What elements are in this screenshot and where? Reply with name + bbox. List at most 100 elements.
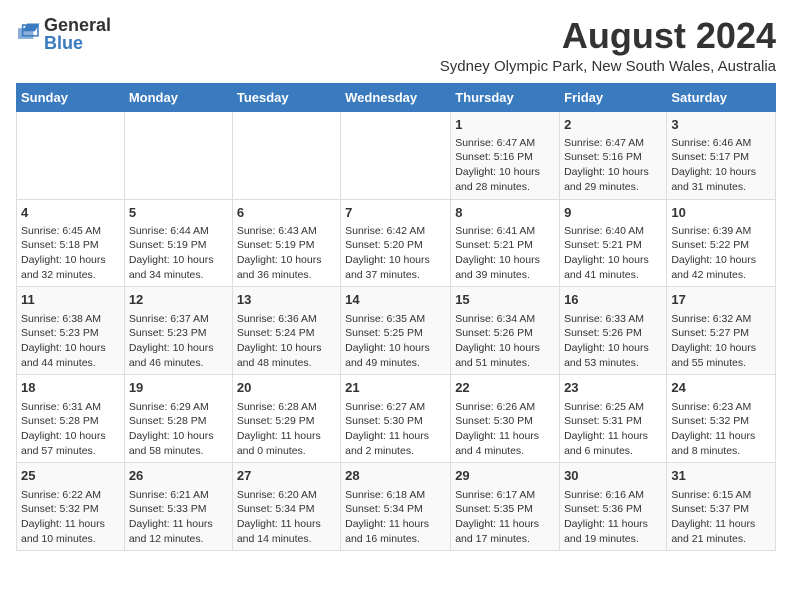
day-info-line: and 10 minutes. bbox=[21, 532, 120, 547]
day-info-line: Daylight: 11 hours bbox=[564, 517, 662, 532]
day-info-line: and 51 minutes. bbox=[455, 356, 555, 371]
day-info-line: and 8 minutes. bbox=[671, 444, 771, 459]
day-info-line: Sunset: 5:31 PM bbox=[564, 414, 662, 429]
day-info-line: Sunrise: 6:47 AM bbox=[564, 136, 662, 151]
day-info-line: Sunrise: 6:47 AM bbox=[455, 136, 555, 151]
calendar-week-row: 11Sunrise: 6:38 AMSunset: 5:23 PMDayligh… bbox=[17, 287, 776, 375]
day-info-line: and 6 minutes. bbox=[564, 444, 662, 459]
day-info-line: Sunrise: 6:41 AM bbox=[455, 224, 555, 239]
calendar-day-2: 2Sunrise: 6:47 AMSunset: 5:16 PMDaylight… bbox=[560, 111, 667, 199]
day-info-line: Sunset: 5:37 PM bbox=[671, 502, 771, 517]
day-info-line: Sunset: 5:23 PM bbox=[129, 326, 228, 341]
day-number: 24 bbox=[671, 379, 771, 397]
day-info-line: Sunset: 5:21 PM bbox=[564, 238, 662, 253]
calendar-day-25: 25Sunrise: 6:22 AMSunset: 5:32 PMDayligh… bbox=[17, 463, 125, 551]
calendar-day-18: 18Sunrise: 6:31 AMSunset: 5:28 PMDayligh… bbox=[17, 375, 125, 463]
day-info-line: Daylight: 11 hours bbox=[129, 517, 228, 532]
day-info-line: Sunrise: 6:17 AM bbox=[455, 488, 555, 503]
calendar-day-15: 15Sunrise: 6:34 AMSunset: 5:26 PMDayligh… bbox=[451, 287, 560, 375]
calendar-day-7: 7Sunrise: 6:42 AMSunset: 5:20 PMDaylight… bbox=[341, 199, 451, 287]
title-area: August 2024 Sydney Olympic Park, New Sou… bbox=[131, 16, 776, 75]
weekday-header-saturday: Saturday bbox=[667, 83, 776, 111]
day-info-line: Sunset: 5:19 PM bbox=[129, 238, 228, 253]
day-info-line: and 16 minutes. bbox=[345, 532, 446, 547]
day-number: 26 bbox=[129, 467, 228, 485]
day-number: 11 bbox=[21, 291, 120, 309]
day-info-line: Daylight: 10 hours bbox=[129, 341, 228, 356]
day-info-line: Sunset: 5:23 PM bbox=[21, 326, 120, 341]
day-info-line: Sunset: 5:22 PM bbox=[671, 238, 771, 253]
day-info-line: Daylight: 10 hours bbox=[564, 165, 662, 180]
day-number: 30 bbox=[564, 467, 662, 485]
day-info-line: Sunrise: 6:42 AM bbox=[345, 224, 446, 239]
weekday-header-tuesday: Tuesday bbox=[232, 83, 340, 111]
day-number: 5 bbox=[129, 204, 228, 222]
day-info-line: and 57 minutes. bbox=[21, 444, 120, 459]
day-number: 17 bbox=[671, 291, 771, 309]
day-info-line: Sunrise: 6:27 AM bbox=[345, 400, 446, 415]
day-info-line: Sunset: 5:26 PM bbox=[455, 326, 555, 341]
calendar-day-1: 1Sunrise: 6:47 AMSunset: 5:16 PMDaylight… bbox=[451, 111, 560, 199]
day-info-line: Sunset: 5:21 PM bbox=[455, 238, 555, 253]
day-number: 13 bbox=[237, 291, 336, 309]
empty-cell bbox=[341, 111, 451, 199]
day-info-line: Sunset: 5:24 PM bbox=[237, 326, 336, 341]
day-info-line: and 34 minutes. bbox=[129, 268, 228, 283]
day-info-line: and 48 minutes. bbox=[237, 356, 336, 371]
day-info-line: Sunrise: 6:28 AM bbox=[237, 400, 336, 415]
calendar-day-13: 13Sunrise: 6:36 AMSunset: 5:24 PMDayligh… bbox=[232, 287, 340, 375]
calendar-table: SundayMondayTuesdayWednesdayThursdayFrid… bbox=[16, 83, 776, 552]
day-info-line: Sunrise: 6:20 AM bbox=[237, 488, 336, 503]
day-info-line: Sunset: 5:34 PM bbox=[237, 502, 336, 517]
calendar-day-29: 29Sunrise: 6:17 AMSunset: 5:35 PMDayligh… bbox=[451, 463, 560, 551]
day-number: 7 bbox=[345, 204, 446, 222]
day-info-line: Sunrise: 6:45 AM bbox=[21, 224, 120, 239]
day-info-line: Sunset: 5:34 PM bbox=[345, 502, 446, 517]
day-info-line: Sunrise: 6:38 AM bbox=[21, 312, 120, 327]
day-number: 9 bbox=[564, 204, 662, 222]
day-info-line: Daylight: 10 hours bbox=[21, 429, 120, 444]
day-info-line: Sunrise: 6:29 AM bbox=[129, 400, 228, 415]
calendar-day-19: 19Sunrise: 6:29 AMSunset: 5:28 PMDayligh… bbox=[124, 375, 232, 463]
header: General Blue August 2024 Sydney Olympic … bbox=[16, 16, 776, 75]
calendar-day-24: 24Sunrise: 6:23 AMSunset: 5:32 PMDayligh… bbox=[667, 375, 776, 463]
day-info-line: and 44 minutes. bbox=[21, 356, 120, 371]
weekday-header-wednesday: Wednesday bbox=[341, 83, 451, 111]
day-info-line: Daylight: 11 hours bbox=[671, 517, 771, 532]
day-info-line: Sunset: 5:16 PM bbox=[455, 150, 555, 165]
day-info-line: and 29 minutes. bbox=[564, 180, 662, 195]
day-info-line: Sunrise: 6:43 AM bbox=[237, 224, 336, 239]
day-info-line: and 53 minutes. bbox=[564, 356, 662, 371]
day-info-line: Sunrise: 6:25 AM bbox=[564, 400, 662, 415]
calendar-day-23: 23Sunrise: 6:25 AMSunset: 5:31 PMDayligh… bbox=[560, 375, 667, 463]
calendar-day-12: 12Sunrise: 6:37 AMSunset: 5:23 PMDayligh… bbox=[124, 287, 232, 375]
calendar-day-20: 20Sunrise: 6:28 AMSunset: 5:29 PMDayligh… bbox=[232, 375, 340, 463]
day-info-line: Sunset: 5:32 PM bbox=[671, 414, 771, 429]
day-info-line: Sunrise: 6:26 AM bbox=[455, 400, 555, 415]
day-info-line: Daylight: 10 hours bbox=[21, 341, 120, 356]
day-info-line: Sunrise: 6:34 AM bbox=[455, 312, 555, 327]
day-number: 4 bbox=[21, 204, 120, 222]
day-info-line: Sunset: 5:36 PM bbox=[564, 502, 662, 517]
day-number: 19 bbox=[129, 379, 228, 397]
generalblue-icon bbox=[16, 22, 40, 42]
day-info-line: and 28 minutes. bbox=[455, 180, 555, 195]
day-info-line: and 31 minutes. bbox=[671, 180, 771, 195]
calendar-day-22: 22Sunrise: 6:26 AMSunset: 5:30 PMDayligh… bbox=[451, 375, 560, 463]
day-info-line: Sunrise: 6:16 AM bbox=[564, 488, 662, 503]
day-info-line: Sunset: 5:27 PM bbox=[671, 326, 771, 341]
day-info-line: Sunset: 5:28 PM bbox=[21, 414, 120, 429]
day-info-line: and 55 minutes. bbox=[671, 356, 771, 371]
day-info-line: Sunrise: 6:36 AM bbox=[237, 312, 336, 327]
calendar-day-14: 14Sunrise: 6:35 AMSunset: 5:25 PMDayligh… bbox=[341, 287, 451, 375]
day-number: 28 bbox=[345, 467, 446, 485]
calendar-week-row: 25Sunrise: 6:22 AMSunset: 5:32 PMDayligh… bbox=[17, 463, 776, 551]
calendar-day-10: 10Sunrise: 6:39 AMSunset: 5:22 PMDayligh… bbox=[667, 199, 776, 287]
weekday-header-sunday: Sunday bbox=[17, 83, 125, 111]
day-info-line: Sunset: 5:30 PM bbox=[455, 414, 555, 429]
day-info-line: Daylight: 10 hours bbox=[237, 253, 336, 268]
day-info-line: Sunset: 5:29 PM bbox=[237, 414, 336, 429]
day-info-line: Sunrise: 6:37 AM bbox=[129, 312, 228, 327]
day-number: 31 bbox=[671, 467, 771, 485]
day-info-line: and 41 minutes. bbox=[564, 268, 662, 283]
